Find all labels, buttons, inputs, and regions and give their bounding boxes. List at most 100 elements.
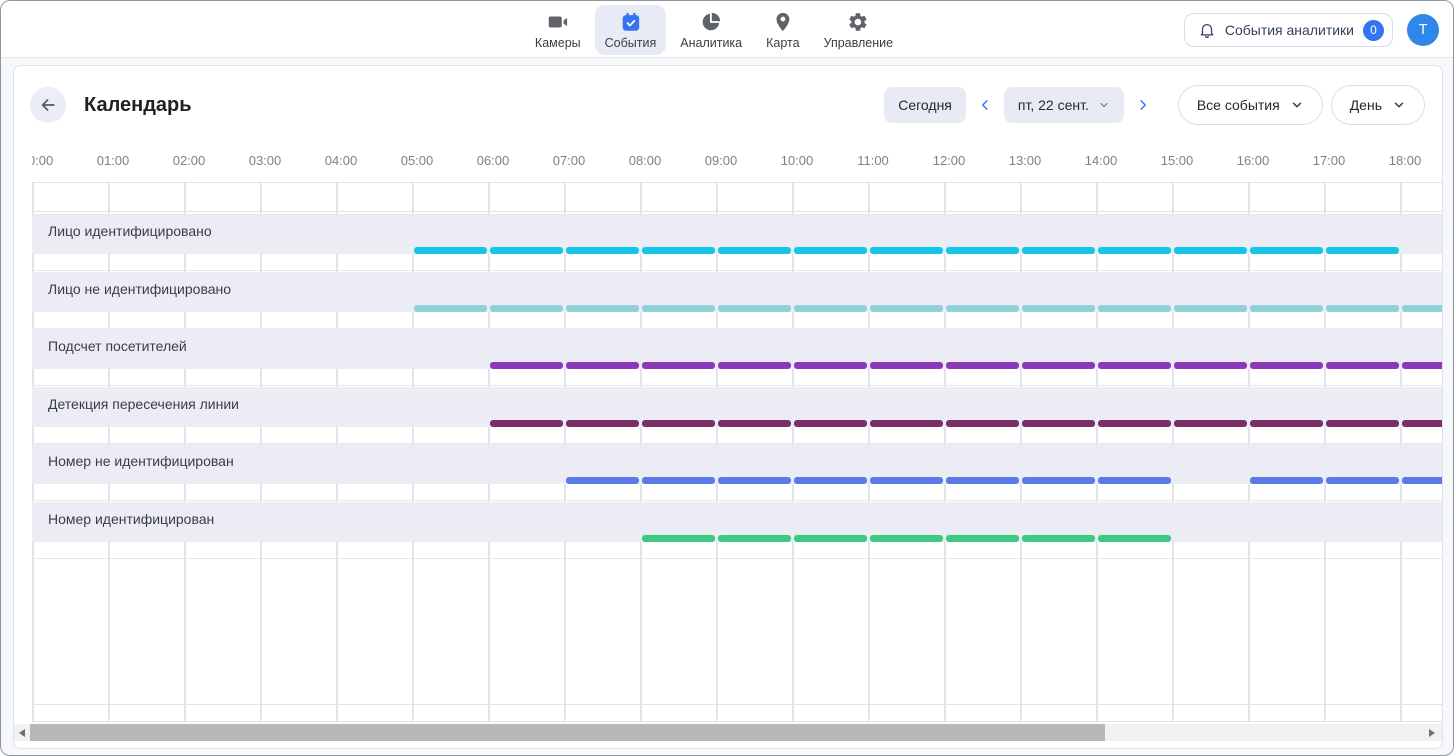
timeline-bar-segment[interactable]	[414, 305, 487, 312]
timeline-bar-segment[interactable]	[1250, 477, 1323, 484]
timeline-bar-segment[interactable]	[566, 362, 639, 369]
scrollbar-thumb[interactable]	[30, 724, 1105, 741]
timeline-bar-segment[interactable]	[1250, 305, 1323, 312]
timeline-bar-segment[interactable]	[870, 535, 943, 542]
timeline-bar-segment[interactable]	[1098, 477, 1171, 484]
timeline-bar-segment[interactable]	[794, 362, 867, 369]
event-row-band: Детекция пересечения линии	[32, 387, 1442, 427]
back-button[interactable]	[30, 87, 66, 123]
timeline-bar-segment[interactable]	[718, 535, 791, 542]
timeline-bar-segment[interactable]	[1174, 362, 1247, 369]
timeline-bar-segment[interactable]	[870, 305, 943, 312]
timeline-bar-segment[interactable]	[718, 247, 791, 254]
timeline-bar-segment[interactable]	[1250, 420, 1323, 427]
timeline-bar-segment[interactable]	[718, 420, 791, 427]
timeline-bar-segment[interactable]	[794, 420, 867, 427]
event-row-band: Подсчет посетителей	[32, 329, 1442, 369]
timeline-bar-segment[interactable]	[946, 247, 1019, 254]
date-selector[interactable]: пт, 22 сент.	[1004, 87, 1124, 123]
timeline-bar-segment[interactable]	[1022, 305, 1095, 312]
timeline-bar-segment[interactable]	[1326, 362, 1399, 369]
timeline-bar-segment[interactable]	[870, 362, 943, 369]
timeline-bar-segment[interactable]	[946, 305, 1019, 312]
timeline-bar-segment[interactable]	[946, 420, 1019, 427]
timeline-body: Лицо идентифицированоЛицо не идентифицир…	[32, 182, 1442, 722]
timeline-bar-segment[interactable]	[1250, 247, 1323, 254]
calendar-header: Календарь Сегодня пт, 22 сент.	[30, 84, 1425, 126]
tab-events[interactable]: События	[595, 5, 667, 55]
previous-day-button[interactable]	[971, 87, 999, 123]
timeline-bar-segment[interactable]	[566, 247, 639, 254]
timeline-bar-segment[interactable]	[1250, 362, 1323, 369]
next-day-button[interactable]	[1129, 87, 1157, 123]
timeline-bar-segment[interactable]	[642, 362, 715, 369]
tab-analytics[interactable]: Аналитика	[670, 5, 752, 55]
timeline-bar-segment[interactable]	[794, 477, 867, 484]
timeline-bar-segment[interactable]	[1098, 247, 1171, 254]
timeline-bar-segment[interactable]	[642, 535, 715, 542]
timeline-bar-segment[interactable]	[1402, 420, 1442, 427]
timeline-bar-segment[interactable]	[946, 535, 1019, 542]
timeline-bar-segment[interactable]	[1022, 247, 1095, 254]
timeline-bar-segment[interactable]	[1326, 305, 1399, 312]
timeline-bar-segment[interactable]	[794, 247, 867, 254]
timeline-bar-segment[interactable]	[642, 305, 715, 312]
timeline-bar-segment[interactable]	[1098, 362, 1171, 369]
timeline-bar-segment[interactable]	[1326, 247, 1399, 254]
timeline-bar-segment[interactable]	[566, 477, 639, 484]
tab-map[interactable]: Карта	[756, 5, 809, 55]
timeline-bar-segment[interactable]	[1098, 305, 1171, 312]
timeline-bar-segment[interactable]	[1022, 362, 1095, 369]
timeline-bar-segment[interactable]	[1174, 305, 1247, 312]
timeline-bar-segment[interactable]	[642, 247, 715, 254]
timeline-bar-segment[interactable]	[718, 477, 791, 484]
timeline-bar-segment[interactable]	[566, 305, 639, 312]
timeline-bar-segment[interactable]	[1098, 535, 1171, 542]
analytics-events-button[interactable]: События аналитики 0	[1184, 13, 1393, 47]
timeline-bar-segment[interactable]	[1098, 420, 1171, 427]
hour-tick-label: 15:00	[1161, 153, 1194, 168]
tab-label: События	[605, 36, 657, 50]
timeline-bar-segment[interactable]	[1022, 535, 1095, 542]
timeline-bar-segment[interactable]	[1174, 247, 1247, 254]
scroll-right-arrow-icon[interactable]	[1424, 724, 1440, 741]
timeline-bar-segment[interactable]	[870, 420, 943, 427]
timeline-bar-segment[interactable]	[490, 247, 563, 254]
horizontal-scrollbar[interactable]	[14, 724, 1442, 741]
tab-management[interactable]: Управление	[814, 5, 904, 55]
tab-cameras[interactable]: Камеры	[525, 5, 591, 55]
timeline-bar-segment[interactable]	[946, 362, 1019, 369]
timeline-bar-segment[interactable]	[794, 535, 867, 542]
timeline-bar-segment[interactable]	[870, 477, 943, 484]
timeline-bar-segment[interactable]	[414, 247, 487, 254]
timeline-bar-segment[interactable]	[1402, 477, 1442, 484]
timeline-bar-segment[interactable]	[1402, 362, 1442, 369]
top-navigation-bar: Камеры События Аналитика Карта Управление Со…	[1, 1, 1453, 58]
today-button[interactable]: Сегодня	[884, 87, 966, 123]
timeline-bar-segment[interactable]	[566, 420, 639, 427]
events-filter-dropdown[interactable]: Все события	[1178, 85, 1323, 125]
timeline-bar-segment[interactable]	[718, 305, 791, 312]
tab-label: Карта	[766, 36, 799, 50]
timeline-bar-segment[interactable]	[642, 420, 715, 427]
hour-tick-label: 12:00	[933, 153, 966, 168]
events-count-badge: 0	[1363, 20, 1384, 41]
timeline-bar-segment[interactable]	[870, 247, 943, 254]
timeline-bar-segment[interactable]	[642, 477, 715, 484]
timeline-bar-segment[interactable]	[1326, 477, 1399, 484]
user-avatar[interactable]: T	[1407, 14, 1439, 46]
timeline-bar-segment[interactable]	[1326, 420, 1399, 427]
scroll-left-arrow-icon[interactable]	[14, 724, 30, 741]
event-row-band: Номер не идентифицирован	[32, 444, 1442, 484]
timeline-bar-segment[interactable]	[1022, 477, 1095, 484]
timeline-bar-segment[interactable]	[1174, 420, 1247, 427]
timeline-bar-segment[interactable]	[1402, 305, 1442, 312]
view-mode-dropdown[interactable]: День	[1331, 85, 1425, 125]
timeline-bar-segment[interactable]	[718, 362, 791, 369]
timeline-bar-segment[interactable]	[1022, 420, 1095, 427]
timeline-bar-segment[interactable]	[946, 477, 1019, 484]
timeline-bar-segment[interactable]	[490, 305, 563, 312]
timeline-bar-segment[interactable]	[794, 305, 867, 312]
timeline-bar-segment[interactable]	[490, 362, 563, 369]
timeline-bar-segment[interactable]	[490, 420, 563, 427]
